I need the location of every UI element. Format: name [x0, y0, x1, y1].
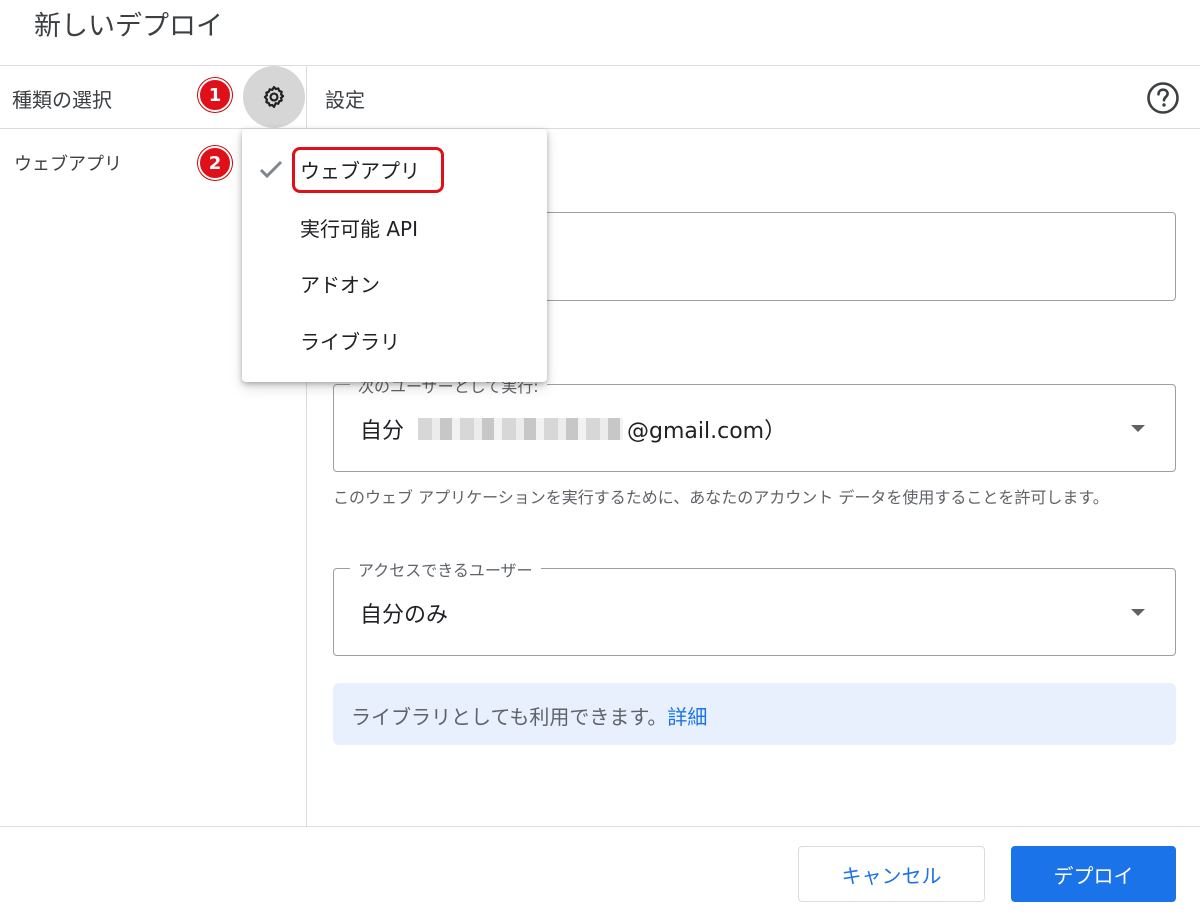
settings-header: 設定 [325, 88, 365, 112]
header-divider [0, 65, 1200, 66]
details-link[interactable]: 詳細 [667, 705, 707, 729]
access-value: 自分のみ [360, 603, 449, 628]
execute-as-select[interactable]: 次のユーザーとして実行: 自分 @gmail.com） [333, 373, 1176, 472]
deploy-button[interactable]: デプロイ [1011, 846, 1176, 902]
type-selection-header: 種類の選択 [12, 88, 112, 112]
section-divider [0, 128, 1200, 129]
access-label: アクセスできるユーザー [350, 557, 541, 581]
info-banner-text: ライブラリとしても利用できます。詳細 [351, 701, 707, 730]
type-settings-button[interactable] [243, 66, 305, 128]
gear-icon [263, 85, 285, 109]
menu-item-library[interactable]: ライブラリ [242, 312, 547, 368]
step-badge-1: 1 [198, 78, 232, 112]
library-info-banner: ライブラリとしても利用できます。詳細 [333, 683, 1176, 745]
access-select[interactable]: アクセスできるユーザー 自分のみ [333, 557, 1176, 656]
help-icon [1147, 82, 1179, 114]
menu-item-label: 実行可能 API [300, 217, 418, 241]
deploy-type-menu: ウェブアプリ 実行可能 API アドオン ライブラリ [242, 129, 547, 382]
footer-divider [0, 826, 1200, 827]
selection-highlight [292, 147, 444, 193]
execute-as-hint: このウェブ アプリケーションを実行するために、あなたのアカウント データを使用す… [333, 488, 1109, 507]
check-icon [259, 160, 283, 179]
redacted-email [418, 418, 624, 440]
execute-as-owner: 自分 [360, 419, 405, 444]
dialog-title: 新しいデプロイ [34, 11, 223, 42]
info-banner-message: ライブラリとしても利用できます。 [351, 705, 668, 729]
cancel-button[interactable]: キャンセル [798, 846, 985, 902]
dropdown-arrow-icon [1131, 425, 1145, 432]
execute-as-email-domain: @gmail.com） [627, 419, 787, 444]
menu-item-web-app[interactable]: ウェブアプリ [242, 141, 547, 197]
menu-item-addon[interactable]: アドオン [242, 255, 547, 311]
dropdown-arrow-icon [1131, 609, 1145, 616]
step-badge-2: 2 [198, 146, 232, 180]
menu-item-label: アドオン [300, 273, 380, 297]
selected-type-item[interactable]: ウェブアプリ [14, 150, 122, 176]
menu-item-executable-api[interactable]: 実行可能 API [242, 199, 547, 255]
execute-as-value: 自分 @gmail.com） [360, 413, 786, 445]
help-button[interactable] [1146, 81, 1180, 115]
menu-item-label: ライブラリ [300, 330, 400, 354]
